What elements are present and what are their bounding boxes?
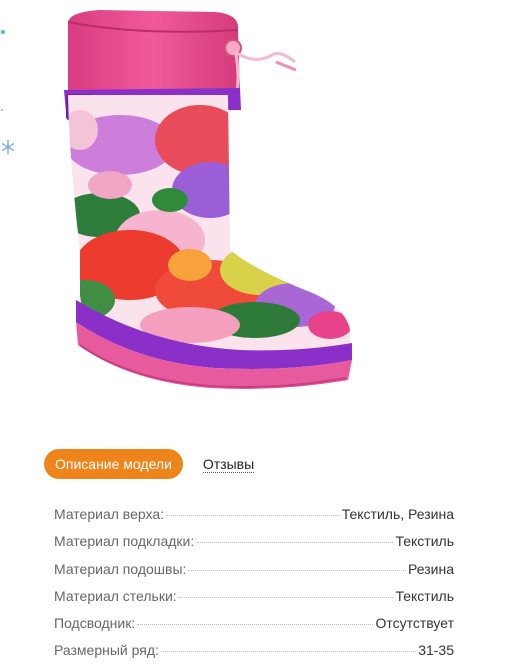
property-value: Текстиль [395, 587, 454, 604]
property-label: Материал подошвы: [54, 560, 187, 577]
snowflake-icon [1, 140, 15, 154]
property-leader [188, 569, 407, 571]
property-value: Отсутствует [375, 615, 454, 632]
property-label: Подсводник: [54, 615, 136, 632]
property-row: Подсводник: Отсутствует [54, 615, 454, 642]
property-row: Материал стельки: Текстиль [54, 588, 454, 615]
property-label: Размерный ряд: [54, 642, 159, 659]
property-value: Текстиль, Резина [341, 506, 454, 522]
property-value: 31-35 [418, 642, 454, 659]
property-label: Материал верха: [54, 506, 165, 522]
property-leader [160, 651, 417, 653]
property-leader [196, 542, 394, 544]
dot-icon [1, 109, 3, 111]
property-row: Материал подкладки: Текстиль [54, 533, 454, 560]
property-row: Материал верха: Текстиль, Резина [54, 506, 454, 533]
property-value: Резина [408, 560, 454, 577]
property-leader [137, 624, 374, 626]
property-label: Материал подкладки: [54, 533, 195, 550]
property-label: Материал стельки: [54, 587, 177, 604]
tab-model-description[interactable]: Описание модели [44, 449, 183, 479]
property-value: Текстиль [395, 533, 454, 550]
snowflake-icon [1, 30, 5, 34]
property-row: Материал подошвы: Резина [54, 561, 454, 588]
product-image[interactable]: apika [40, 0, 370, 410]
product-tabs: Описание модели Отзывы [44, 449, 255, 479]
property-leader [166, 515, 340, 516]
property-row: Размерный ряд: 31-35 [54, 642, 454, 669]
properties-list: Материал верха: Текстиль, Резина Материа… [54, 506, 454, 670]
tab-reviews[interactable]: Отзывы [202, 456, 255, 473]
property-leader [178, 596, 394, 598]
